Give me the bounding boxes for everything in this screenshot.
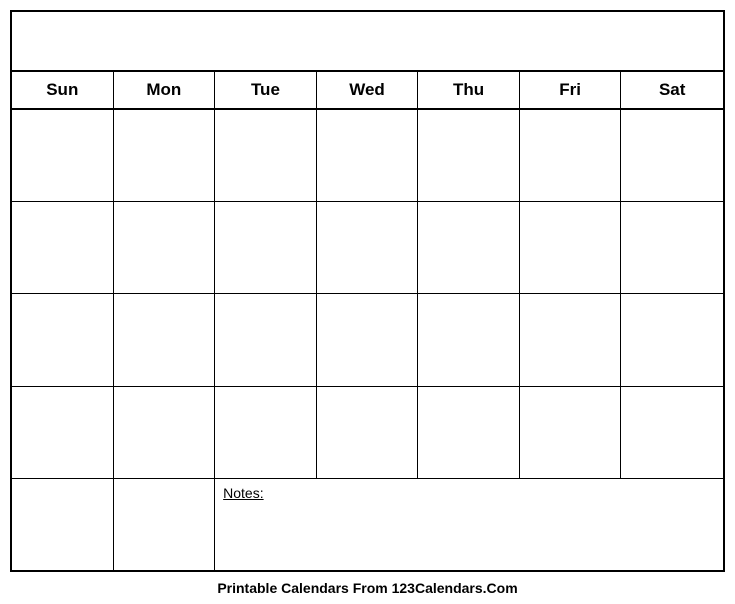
calendar-title xyxy=(12,12,723,72)
header-fri: Fri xyxy=(520,72,622,108)
footer-text: Printable Calendars From 123Calendars.Co… xyxy=(217,580,517,596)
calendar-body: Notes: xyxy=(12,110,723,570)
cell-r5-mon[interactable] xyxy=(114,479,216,570)
calendar-row xyxy=(12,387,723,479)
cell-r4-wed[interactable] xyxy=(317,387,419,478)
cell-r1-wed[interactable] xyxy=(317,110,419,201)
calendar-row xyxy=(12,202,723,294)
header-mon: Mon xyxy=(114,72,216,108)
cell-r3-tue[interactable] xyxy=(215,294,317,385)
cell-r1-tue[interactable] xyxy=(215,110,317,201)
cell-r2-fri[interactable] xyxy=(520,202,622,293)
header-thu: Thu xyxy=(418,72,520,108)
header-sat: Sat xyxy=(621,72,723,108)
cell-r2-thu[interactable] xyxy=(418,202,520,293)
cell-r2-tue[interactable] xyxy=(215,202,317,293)
cell-r2-wed[interactable] xyxy=(317,202,419,293)
cell-r5-sun[interactable] xyxy=(12,479,114,570)
calendar-header: Sun Mon Tue Wed Thu Fri Sat xyxy=(12,72,723,110)
cell-r4-sat[interactable] xyxy=(621,387,723,478)
notes-label: Notes: xyxy=(223,485,263,501)
cell-r3-thu[interactable] xyxy=(418,294,520,385)
header-tue: Tue xyxy=(215,72,317,108)
cell-r2-sat[interactable] xyxy=(621,202,723,293)
header-sun: Sun xyxy=(12,72,114,108)
cell-r3-sat[interactable] xyxy=(621,294,723,385)
cell-r1-sat[interactable] xyxy=(621,110,723,201)
notes-cell[interactable]: Notes: xyxy=(215,479,723,570)
cell-r1-sun[interactable] xyxy=(12,110,114,201)
cell-r4-fri[interactable] xyxy=(520,387,622,478)
cell-r4-mon[interactable] xyxy=(114,387,216,478)
cell-r1-fri[interactable] xyxy=(520,110,622,201)
cell-r3-wed[interactable] xyxy=(317,294,419,385)
cell-r3-fri[interactable] xyxy=(520,294,622,385)
cell-r1-thu[interactable] xyxy=(418,110,520,201)
cell-r4-thu[interactable] xyxy=(418,387,520,478)
cell-r2-mon[interactable] xyxy=(114,202,216,293)
calendar-row xyxy=(12,110,723,202)
cell-r2-sun[interactable] xyxy=(12,202,114,293)
calendar-row xyxy=(12,294,723,386)
cell-r3-sun[interactable] xyxy=(12,294,114,385)
cell-r3-mon[interactable] xyxy=(114,294,216,385)
calendar-row-notes: Notes: xyxy=(12,479,723,570)
cell-r4-tue[interactable] xyxy=(215,387,317,478)
cell-r1-mon[interactable] xyxy=(114,110,216,201)
header-wed: Wed xyxy=(317,72,419,108)
calendar: Sun Mon Tue Wed Thu Fri Sat xyxy=(10,10,725,572)
cell-r4-sun[interactable] xyxy=(12,387,114,478)
footer: Printable Calendars From 123Calendars.Co… xyxy=(10,572,725,604)
